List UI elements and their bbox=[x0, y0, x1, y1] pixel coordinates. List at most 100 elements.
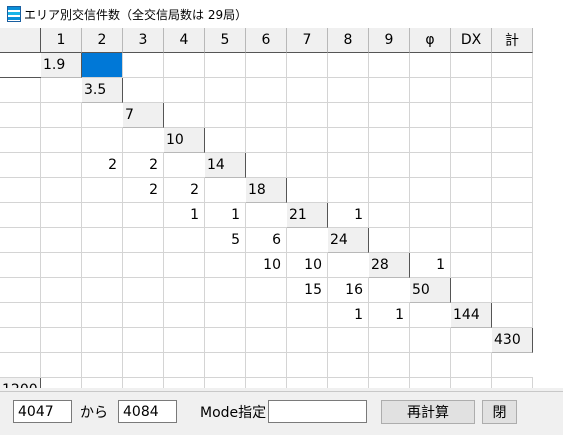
grid-cell[interactable] bbox=[246, 328, 287, 353]
grid-cell[interactable]: 10 bbox=[287, 253, 328, 278]
area-count-grid[interactable]: 1 2 3 4 5 6 7 8 9 φ DX 計 1.9 3.5 7 10 2 2 14 2 2 18 1 1 21 1 5 6 24 1… bbox=[0, 28, 563, 388]
grid-cell[interactable] bbox=[328, 353, 369, 378]
grid-cell[interactable] bbox=[41, 103, 82, 128]
grid-cell[interactable] bbox=[287, 128, 328, 153]
grid-cell[interactable] bbox=[328, 53, 369, 78]
grid-cell[interactable] bbox=[0, 303, 41, 328]
grid-cell[interactable] bbox=[369, 153, 410, 178]
grid-cell[interactable] bbox=[492, 78, 533, 103]
grid-cell[interactable] bbox=[205, 278, 246, 303]
grid-cell[interactable] bbox=[164, 353, 205, 378]
grid-cell[interactable] bbox=[492, 378, 533, 388]
grid-cell[interactable] bbox=[451, 253, 492, 278]
grid-cell[interactable] bbox=[246, 278, 287, 303]
grid-cell[interactable] bbox=[123, 328, 164, 353]
grid-cell[interactable] bbox=[492, 303, 533, 328]
grid-cell[interactable] bbox=[164, 53, 205, 78]
grid-cell[interactable] bbox=[41, 378, 82, 388]
grid-cell[interactable] bbox=[41, 153, 82, 178]
grid-cell[interactable] bbox=[0, 178, 41, 203]
grid-cell[interactable] bbox=[164, 228, 205, 253]
grid-cell[interactable] bbox=[287, 103, 328, 128]
grid-cell[interactable] bbox=[123, 228, 164, 253]
grid-cell[interactable] bbox=[82, 203, 123, 228]
grid-cell[interactable] bbox=[82, 178, 123, 203]
grid-cell[interactable]: 1 bbox=[164, 203, 205, 228]
grid-cell[interactable] bbox=[82, 53, 123, 78]
grid-cell[interactable]: 6 bbox=[246, 228, 287, 253]
grid-cell[interactable] bbox=[41, 228, 82, 253]
grid-cell[interactable] bbox=[451, 178, 492, 203]
grid-cell[interactable] bbox=[164, 278, 205, 303]
grid-cell[interactable]: 2 bbox=[164, 178, 205, 203]
grid-cell[interactable] bbox=[410, 328, 451, 353]
grid-cell[interactable] bbox=[164, 303, 205, 328]
grid-cell[interactable] bbox=[287, 353, 328, 378]
grid-cell[interactable] bbox=[164, 103, 205, 128]
grid-cell[interactable] bbox=[328, 328, 369, 353]
grid-cell[interactable] bbox=[410, 53, 451, 78]
grid-cell[interactable] bbox=[410, 103, 451, 128]
grid-cell[interactable] bbox=[41, 178, 82, 203]
grid-cell[interactable] bbox=[369, 53, 410, 78]
grid-cell[interactable]: 15 bbox=[287, 278, 328, 303]
grid-cell[interactable] bbox=[492, 53, 533, 78]
grid-cell[interactable] bbox=[246, 303, 287, 328]
grid-cell[interactable] bbox=[492, 203, 533, 228]
grid-cell[interactable] bbox=[287, 153, 328, 178]
grid-cell[interactable] bbox=[328, 78, 369, 103]
grid-cell[interactable]: 2 bbox=[123, 153, 164, 178]
grid-cell[interactable] bbox=[369, 353, 410, 378]
grid-cell[interactable]: 16 bbox=[328, 278, 369, 303]
grid-cell[interactable] bbox=[164, 253, 205, 278]
grid-cell[interactable] bbox=[0, 203, 41, 228]
grid-cell[interactable] bbox=[492, 153, 533, 178]
mode-input[interactable] bbox=[268, 400, 367, 423]
grid-cell[interactable] bbox=[369, 103, 410, 128]
grid-cell[interactable] bbox=[82, 128, 123, 153]
grid-cell[interactable] bbox=[205, 78, 246, 103]
grid-cell[interactable]: 1 bbox=[328, 203, 369, 228]
grid-cell[interactable] bbox=[328, 153, 369, 178]
grid-cell[interactable] bbox=[0, 78, 41, 103]
grid-cell[interactable] bbox=[246, 378, 287, 388]
grid-cell[interactable] bbox=[328, 128, 369, 153]
grid-cell[interactable] bbox=[123, 353, 164, 378]
grid-cell[interactable] bbox=[82, 228, 123, 253]
grid-cell[interactable] bbox=[82, 378, 123, 388]
grid-cell[interactable]: 2 bbox=[123, 178, 164, 203]
grid-cell[interactable] bbox=[123, 278, 164, 303]
grid-cell[interactable] bbox=[164, 328, 205, 353]
grid-cell[interactable] bbox=[0, 103, 41, 128]
grid-cell[interactable] bbox=[369, 178, 410, 203]
grid-cell[interactable] bbox=[82, 278, 123, 303]
grid-cell[interactable] bbox=[287, 378, 328, 388]
grid-cell[interactable] bbox=[82, 253, 123, 278]
grid-cell[interactable] bbox=[205, 328, 246, 353]
grid-cell[interactable] bbox=[246, 103, 287, 128]
grid-cell[interactable] bbox=[246, 128, 287, 153]
grid-cell[interactable] bbox=[369, 203, 410, 228]
grid-cell[interactable] bbox=[369, 328, 410, 353]
grid-cell[interactable] bbox=[451, 103, 492, 128]
grid-cell[interactable] bbox=[287, 78, 328, 103]
grid-cell[interactable] bbox=[41, 203, 82, 228]
grid-cell[interactable] bbox=[492, 128, 533, 153]
grid-cell[interactable] bbox=[246, 153, 287, 178]
grid-cell[interactable] bbox=[0, 253, 41, 278]
grid-cell[interactable] bbox=[410, 78, 451, 103]
from-number-input[interactable] bbox=[13, 400, 72, 423]
grid-cell[interactable] bbox=[369, 128, 410, 153]
grid-cell[interactable]: 10 bbox=[246, 253, 287, 278]
grid-cell[interactable] bbox=[82, 303, 123, 328]
grid-cell[interactable] bbox=[410, 353, 451, 378]
grid-cell[interactable] bbox=[205, 103, 246, 128]
grid-cell[interactable] bbox=[205, 128, 246, 153]
grid-cell[interactable] bbox=[492, 253, 533, 278]
grid-cell[interactable] bbox=[123, 378, 164, 388]
grid-cell[interactable]: 1 bbox=[410, 253, 451, 278]
recalculate-button[interactable]: 再計算 bbox=[381, 400, 475, 424]
grid-cell[interactable] bbox=[41, 353, 82, 378]
grid-cell[interactable] bbox=[164, 78, 205, 103]
grid-cell[interactable] bbox=[410, 153, 451, 178]
